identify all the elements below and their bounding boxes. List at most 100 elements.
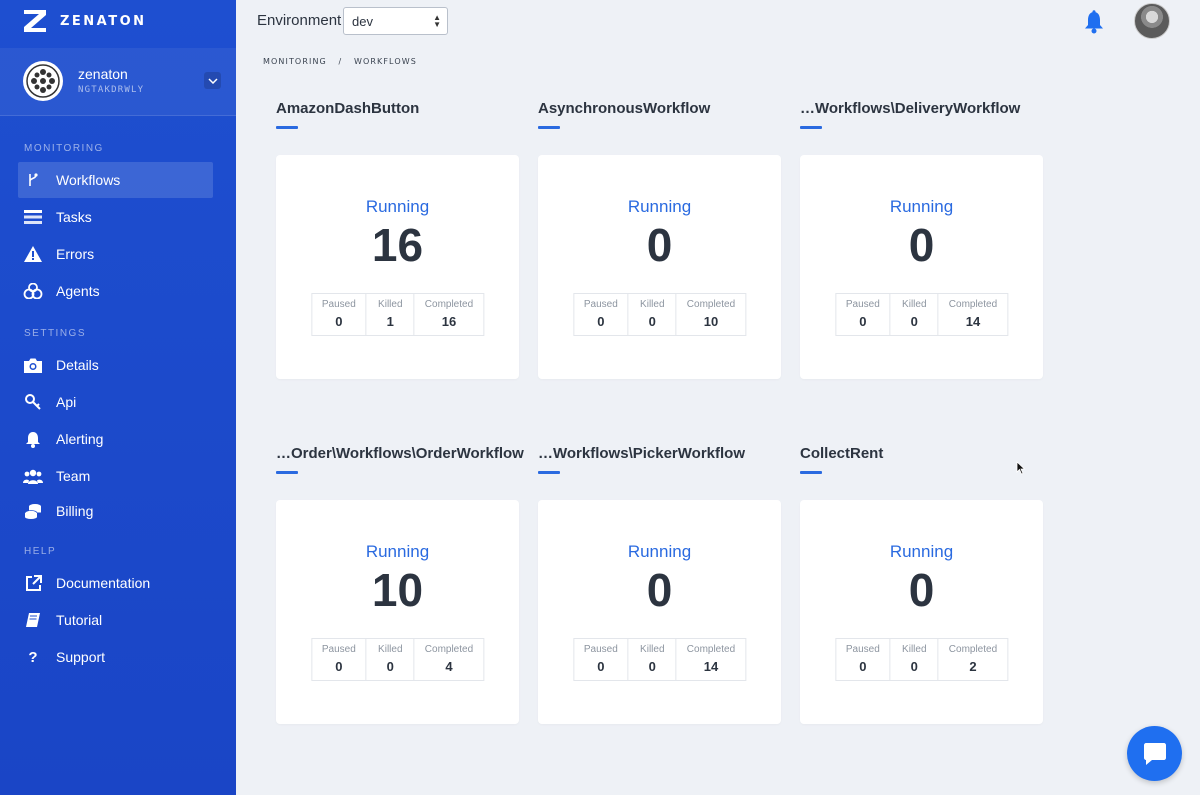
- brand-name: ZENATON: [60, 13, 147, 29]
- stat-completed: Completed 2: [939, 639, 1007, 680]
- sidebar-item-label: Alerting: [56, 431, 104, 447]
- workflow-card[interactable]: Running 16 Paused 0 Killed 1 Completed 16: [276, 155, 519, 379]
- account-switcher[interactable]: zenaton NGTAKDRWLY: [0, 48, 236, 116]
- sidebar-item-label: Errors: [56, 246, 95, 262]
- stat-value: 0: [648, 659, 656, 674]
- stat-value: 0: [910, 314, 918, 329]
- section-title-help: HELP: [24, 546, 57, 557]
- sidebar-item-label: Tasks: [56, 209, 92, 225]
- title-underline: [538, 471, 560, 474]
- stat-label: Completed: [424, 644, 474, 655]
- running-count: 0: [908, 564, 935, 616]
- stat-value: 0: [386, 659, 394, 674]
- stat-label: Paused: [321, 644, 356, 655]
- sidebar-item-api[interactable]: Api: [18, 384, 213, 420]
- breadcrumb-item[interactable]: MONITORING: [263, 57, 327, 66]
- stat-paused: Paused 0: [574, 294, 629, 335]
- stat-completed: Completed 16: [415, 294, 483, 335]
- title-underline: [276, 126, 298, 129]
- stat-value: 0: [335, 659, 343, 674]
- breadcrumb: MONITORING / WORKFLOWS: [263, 57, 425, 66]
- sidebar-item-errors[interactable]: Errors: [18, 236, 213, 272]
- stat-value: 16: [441, 314, 457, 329]
- stat-label: Paused: [583, 299, 618, 310]
- stat-value: 0: [648, 314, 656, 329]
- stat-completed: Completed 4: [415, 639, 483, 680]
- stat-value: 0: [597, 659, 605, 674]
- camera-icon: [23, 355, 43, 375]
- running-label: Running: [627, 197, 692, 216]
- stat-value: 2: [969, 659, 977, 674]
- question-icon: ?: [28, 648, 38, 666]
- workflow-stats: Paused 0 Killed 0 Completed 2: [834, 638, 1009, 681]
- sidebar-item-label: Tutorial: [56, 612, 103, 628]
- environment-select[interactable]: dev ▲ ▼: [343, 7, 448, 35]
- workflow-stats: Paused 0 Killed 1 Completed 16: [310, 293, 485, 336]
- workflow-card[interactable]: Running 0 Paused 0 Killed 0 Completed 10: [538, 155, 781, 379]
- branch-icon: [23, 170, 43, 190]
- workflow-card[interactable]: Running 0 Paused 0 Killed 0 Completed 14: [538, 500, 781, 724]
- notifications-bell-icon[interactable]: [1083, 10, 1105, 34]
- stat-killed: Killed 0: [367, 639, 415, 680]
- workflow-block: AmazonDashButton Running 16 Paused 0 Kill…: [276, 100, 521, 379]
- workflow-title[interactable]: …Workflows\PickerWorkflow: [538, 445, 783, 465]
- sidebar-item-tutorial[interactable]: Tutorial: [18, 602, 213, 638]
- stat-paused: Paused 0: [574, 639, 629, 680]
- sidebar-item-support[interactable]: ? Support: [18, 639, 213, 675]
- workflow-block: CollectRent Running 0 Paused 0 Killed 0 Co…: [800, 445, 1045, 724]
- workflow-title[interactable]: …Order\Workflows\OrderWorkflow: [276, 445, 524, 465]
- workflow-title[interactable]: CollectRent: [800, 445, 1045, 465]
- sidebar-item-alerting[interactable]: Alerting: [18, 421, 213, 457]
- sidebar-item-label: Documentation: [56, 575, 151, 591]
- chevron-down-icon[interactable]: [204, 72, 221, 89]
- workflow-title[interactable]: AmazonDashButton: [276, 100, 521, 120]
- coins-icon: [23, 501, 43, 521]
- breadcrumb-item: WORKFLOWS: [353, 57, 417, 66]
- account-name: zenaton: [78, 66, 128, 82]
- stat-value: 0: [597, 314, 605, 329]
- logo[interactable]: ZENATON: [22, 8, 147, 34]
- environment-label: Environment: [257, 12, 342, 29]
- sidebar: ZENATON zenaton NGTAKDRWLY MONITORING Wo…: [0, 0, 236, 795]
- workflow-card[interactable]: Running 0 Paused 0 Killed 0 Completed 14: [800, 155, 1043, 379]
- account-id: NGTAKDRWLY: [78, 85, 145, 95]
- list-icon: [23, 207, 43, 227]
- sidebar-item-team[interactable]: Team: [18, 458, 213, 494]
- stat-value: 0: [910, 659, 918, 674]
- title-underline: [538, 126, 560, 129]
- sidebar-item-documentation[interactable]: Documentation: [18, 565, 213, 601]
- workflow-title[interactable]: AsynchronousWorkflow: [538, 100, 783, 120]
- stat-value: 0: [859, 659, 867, 674]
- workflow-block: …Workflows\PickerWorkflow Running 0 Paus…: [538, 445, 783, 724]
- sidebar-item-label: Workflows: [56, 172, 121, 188]
- chat-launcher-button[interactable]: [1127, 726, 1182, 781]
- sidebar-item-details[interactable]: Details: [18, 347, 213, 383]
- stat-label: Paused: [321, 299, 356, 310]
- sidebar-item-workflows[interactable]: Workflows: [18, 162, 213, 198]
- stat-value: 14: [703, 659, 719, 674]
- stat-value: 0: [335, 314, 343, 329]
- sidebar-item-tasks[interactable]: Tasks: [18, 199, 213, 235]
- stat-value: 10: [703, 314, 719, 329]
- workflow-card[interactable]: Running 0 Paused 0 Killed 0 Completed 2: [800, 500, 1043, 724]
- select-arrows-icon: ▲ ▼: [433, 13, 441, 29]
- workflow-stats: Paused 0 Killed 0 Completed 14: [834, 293, 1009, 336]
- running-label: Running: [365, 542, 430, 561]
- running-count: 0: [908, 219, 935, 271]
- stat-label: Paused: [845, 644, 880, 655]
- section-title-settings: SETTINGS: [24, 328, 87, 339]
- sidebar-item-billing[interactable]: Billing: [18, 493, 213, 529]
- stat-label: Completed: [948, 644, 998, 655]
- agents-icon: [23, 281, 43, 301]
- stat-completed: Completed 14: [677, 639, 745, 680]
- sidebar-item-label: Team: [56, 468, 91, 484]
- environment-value: dev: [352, 13, 373, 29]
- user-avatar[interactable]: [1134, 3, 1170, 39]
- title-underline: [800, 126, 822, 129]
- sidebar-item-agents[interactable]: Agents: [18, 273, 213, 309]
- workflow-card[interactable]: Running 10 Paused 0 Killed 0 Completed 4: [276, 500, 519, 724]
- breadcrumb-separator: /: [338, 57, 343, 66]
- sidebar-item-label: Support: [56, 649, 106, 665]
- workflow-title[interactable]: …Workflows\DeliveryWorkflow: [800, 100, 1045, 120]
- key-icon: [23, 392, 43, 412]
